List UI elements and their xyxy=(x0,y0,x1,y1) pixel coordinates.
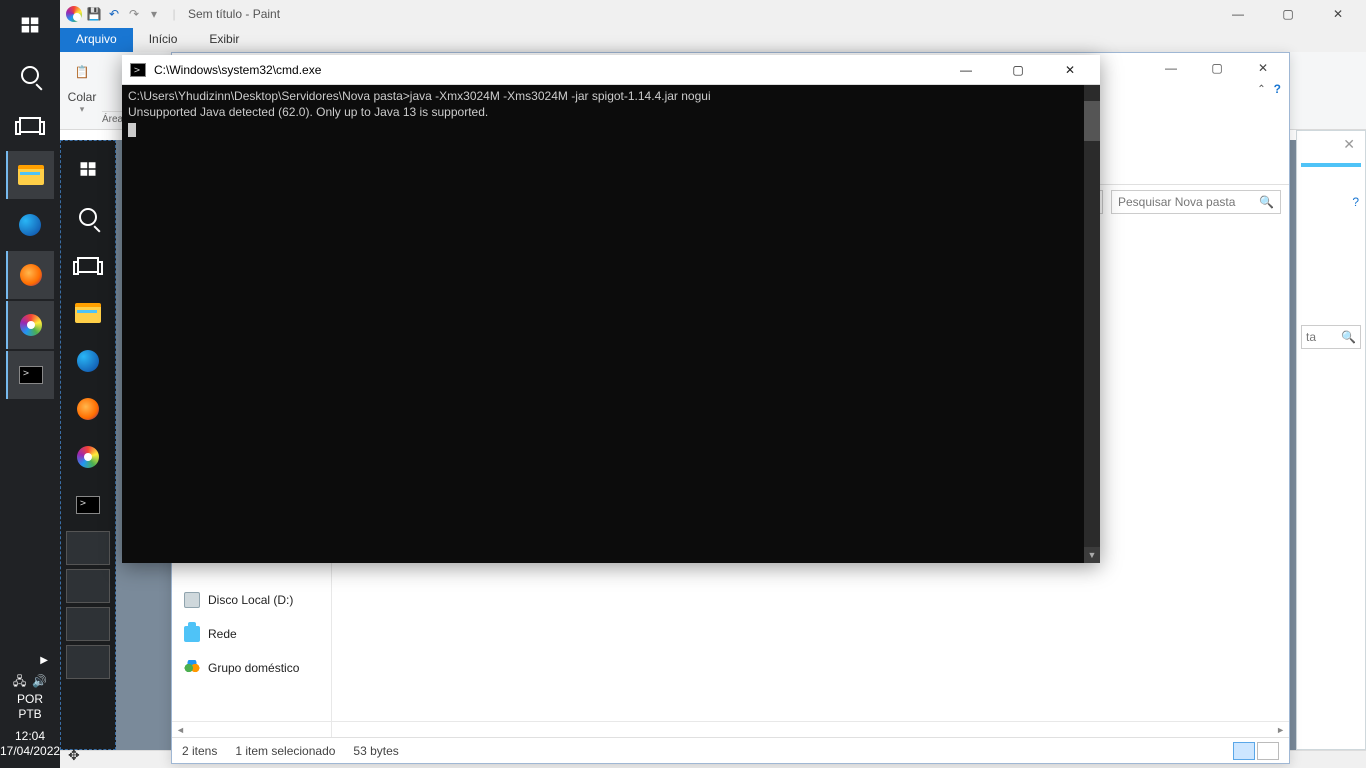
search-icon xyxy=(79,208,97,226)
explorer2-search[interactable]: ta 🔍 xyxy=(1301,325,1361,349)
explorer-maximize-button[interactable]: ▢ xyxy=(1195,54,1239,82)
status-bytes: 53 bytes xyxy=(353,744,398,758)
cmd-icon xyxy=(130,63,146,77)
edge-icon xyxy=(77,350,99,372)
qat-save-icon[interactable]: 💾 xyxy=(86,6,102,22)
paint-tab-view[interactable]: Exibir xyxy=(193,28,255,52)
paint-close-button[interactable]: ✕ xyxy=(1316,0,1360,28)
paint-titlebar[interactable]: 💾 ↶ ↷ ▾ | Sem título - Paint — ▢ ✕ xyxy=(60,0,1366,28)
paint-app-icon xyxy=(66,6,82,22)
paint-tab-file[interactable]: Arquivo xyxy=(60,28,133,52)
nav-item-homegroup[interactable]: Grupo doméstico xyxy=(176,655,327,681)
cmd-output[interactable]: C:\Users\Yhudizinn\Desktop\Servidores\No… xyxy=(122,85,1100,563)
search-button[interactable] xyxy=(6,51,54,99)
nav-item-network[interactable]: Rede xyxy=(176,621,327,647)
language-indicator[interactable]: POR PTB xyxy=(0,692,60,723)
paint-tab-home[interactable]: Início xyxy=(133,28,194,52)
homegroup-icon xyxy=(184,660,200,676)
scroll-thumb[interactable] xyxy=(1084,101,1100,141)
clock-time[interactable]: 12:04 xyxy=(0,729,60,745)
cmd-title-text: C:\Windows\system32\cmd.exe xyxy=(154,63,321,77)
taskbar: ▶ 🖧 🔊 POR PTB 12:04 17/04/2022 xyxy=(0,0,60,768)
cmd-window: C:\Windows\system32\cmd.exe — ▢ ✕ C:\Use… xyxy=(122,55,1100,563)
folder-icon xyxy=(18,165,44,185)
paint-icon xyxy=(77,446,99,468)
scroll-left-icon[interactable]: ◄ xyxy=(176,725,185,735)
qat-redo-icon[interactable]: ↷ xyxy=(126,6,142,22)
paint-icon xyxy=(20,314,42,336)
taskbar-firefox[interactable] xyxy=(6,251,54,299)
cmd-maximize-button[interactable]: ▢ xyxy=(996,56,1040,84)
cmd-close-button[interactable]: ✕ xyxy=(1048,56,1092,84)
folder-icon xyxy=(75,303,101,323)
thumbnail xyxy=(66,531,110,565)
explorer-statusbar: 2 itens 1 item selecionado 53 bytes xyxy=(172,737,1289,763)
explorer-minimize-button[interactable]: — xyxy=(1149,54,1193,82)
qat-undo-icon[interactable]: ↶ xyxy=(106,6,122,22)
paint-title-text: Sem título - Paint xyxy=(188,7,280,21)
cmd-titlebar[interactable]: C:\Windows\system32\cmd.exe — ▢ ✕ xyxy=(122,55,1100,85)
view-details-button[interactable] xyxy=(1233,742,1255,760)
thumbnail xyxy=(66,569,110,603)
explorer-h-scrollbar[interactable]: ◄ ► xyxy=(172,721,1289,737)
explorer-window-2: ✕ ? ta 🔍 xyxy=(1296,130,1366,750)
disk-icon xyxy=(184,592,200,608)
cmd-cursor xyxy=(128,123,136,137)
status-item-count: 2 itens xyxy=(182,744,217,758)
taskbar-file-explorer[interactable] xyxy=(6,151,54,199)
status-selected: 1 item selecionado xyxy=(235,744,335,758)
explorer-close-button[interactable]: ✕ xyxy=(1241,54,1285,82)
task-view-icon xyxy=(77,257,99,273)
cmd-minimize-button[interactable]: — xyxy=(944,56,988,84)
search-icon xyxy=(21,66,39,84)
help-icon[interactable]: ? xyxy=(1297,193,1365,211)
network-icon[interactable]: 🖧 xyxy=(13,674,26,690)
paint-ribbon-tabs: Arquivo Início Exibir xyxy=(60,28,1366,52)
scroll-down-icon[interactable]: ▼ xyxy=(1084,547,1100,563)
firefox-icon xyxy=(20,264,42,286)
volume-icon[interactable]: 🔊 xyxy=(32,674,47,690)
paint-maximize-button[interactable]: ▢ xyxy=(1266,0,1310,28)
help-icon[interactable]: ? xyxy=(1274,82,1281,96)
thumbnail xyxy=(66,607,110,641)
view-icons-button[interactable] xyxy=(1257,742,1279,760)
ribbon-collapse-icon[interactable]: ⌃ xyxy=(1257,84,1265,95)
scroll-right-icon[interactable]: ► xyxy=(1276,725,1285,735)
search-icon: 🔍 xyxy=(1259,195,1274,209)
task-view-button[interactable] xyxy=(6,101,54,149)
search-icon: 🔍 xyxy=(1341,330,1356,344)
embedded-taskbar-image xyxy=(60,140,116,750)
network-icon xyxy=(184,626,200,642)
cmd-scrollbar[interactable]: ▲ ▼ xyxy=(1084,85,1100,563)
cmd-icon xyxy=(76,496,100,514)
clock-date[interactable]: 17/04/2022 xyxy=(0,744,60,760)
taskbar-paint[interactable] xyxy=(6,301,54,349)
system-tray: 🖧 🔊 POR PTB 12:04 17/04/2022 xyxy=(0,670,60,768)
start-button[interactable] xyxy=(6,1,54,49)
taskbar-edge[interactable] xyxy=(6,201,54,249)
explorer2-close-button[interactable]: ✕ xyxy=(1337,134,1361,155)
clipboard-icon: 📋 xyxy=(66,56,98,88)
firefox-icon xyxy=(77,398,99,420)
task-view-icon xyxy=(19,117,41,133)
paint-minimize-button[interactable]: — xyxy=(1216,0,1260,28)
paint-paste-group[interactable]: 📋 Colar ▾ xyxy=(66,56,98,115)
taskbar-expand[interactable]: ▶ xyxy=(6,650,54,670)
nav-item-disk-d[interactable]: Disco Local (D:) xyxy=(176,587,327,613)
explorer2-ribbon-strip xyxy=(1301,163,1361,187)
cmd-icon xyxy=(19,366,43,384)
thumbnail xyxy=(66,645,110,679)
taskbar-cmd[interactable] xyxy=(6,351,54,399)
edge-icon xyxy=(19,214,41,236)
